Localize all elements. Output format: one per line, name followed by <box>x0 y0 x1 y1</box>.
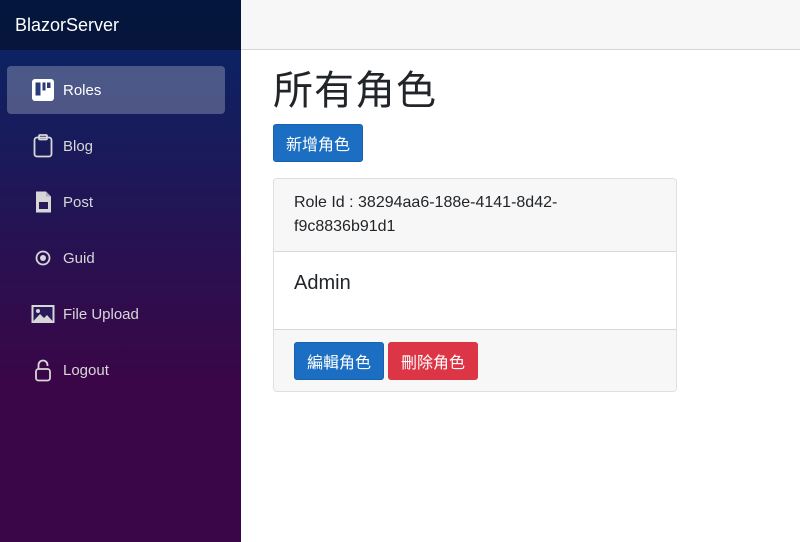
document-icon <box>31 190 55 214</box>
image-icon <box>31 302 55 326</box>
sidebar-item-file-upload[interactable]: File Upload <box>7 290 225 338</box>
sidebar-item-label: Blog <box>63 137 94 155</box>
sidebar-item-label: File Upload <box>63 305 139 323</box>
sidebar-item-label: Logout <box>63 361 109 379</box>
sidebar-item-guid[interactable]: Guid <box>7 234 225 282</box>
radio-dot-icon <box>31 246 55 270</box>
top-row <box>241 0 800 50</box>
sidebar-item-post[interactable]: Post <box>7 178 225 226</box>
page-title: 所有角色 <box>273 68 437 114</box>
sidebar-item-blog[interactable]: Blog <box>7 122 225 170</box>
role-card-body: Admin <box>274 252 676 329</box>
delete-role-button[interactable]: 刪除角色 <box>388 342 478 380</box>
role-id-line-1: Role Id : 38294aa6-188e-4141-8d42- <box>294 194 558 211</box>
role-card-header: Role Id : 38294aa6-188e-4141-8d42- f9c88… <box>274 179 676 252</box>
brand-bar: BlazorServer <box>0 0 241 50</box>
brand-link[interactable]: BlazorServer <box>15 15 119 36</box>
sidebar: BlazorServer Roles Blog Post Guid File U… <box>0 0 241 542</box>
sidebar-item-label: Post <box>63 193 94 211</box>
trello-board-icon <box>31 78 55 102</box>
clipboard-icon <box>31 134 55 158</box>
role-name: Admin <box>294 272 351 294</box>
sidebar-item-label: Roles <box>63 81 102 99</box>
edit-role-button[interactable]: 編輯角色 <box>294 342 384 380</box>
main-content: 所有角色 新增角色 Role Id : 38294aa6-188e-4141-8… <box>273 50 800 392</box>
role-card-footer: 編輯角色 刪除角色 <box>274 329 676 391</box>
role-id-line-2: f9c8836b91d1 <box>294 218 396 235</box>
sidebar-item-label: Guid <box>63 249 95 267</box>
lock-icon <box>31 358 55 382</box>
sidebar-item-logout[interactable]: Logout <box>7 346 225 394</box>
nav-menu: Roles Blog Post Guid File Upload Logout <box>0 50 241 394</box>
role-card: Role Id : 38294aa6-188e-4141-8d42- f9c88… <box>273 178 677 392</box>
add-role-button[interactable]: 新增角色 <box>273 124 363 162</box>
sidebar-item-roles[interactable]: Roles <box>7 66 225 114</box>
